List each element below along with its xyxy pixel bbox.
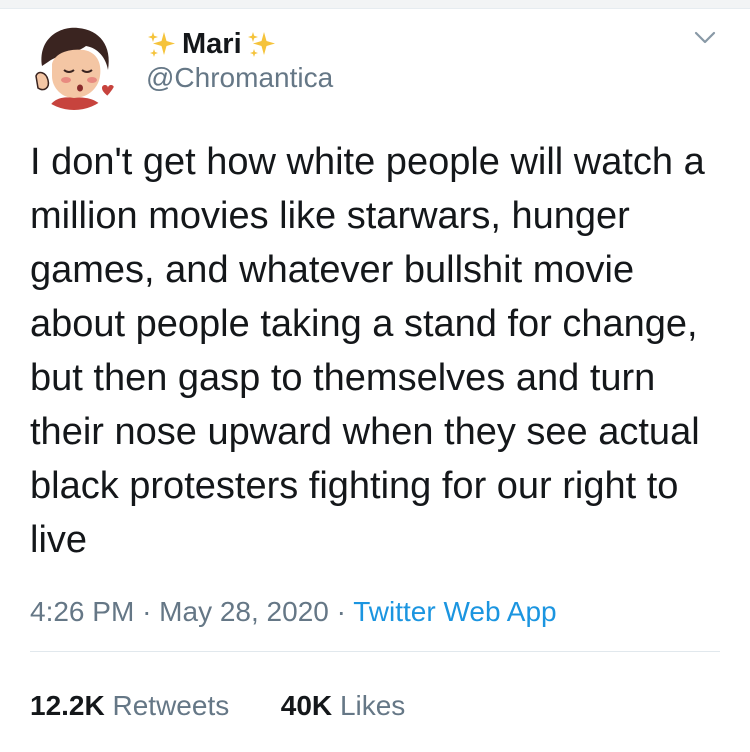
retweets-stat[interactable]: 12.2K Retweets (30, 690, 237, 721)
display-name: Mari (182, 27, 242, 60)
likes-count: 40K (280, 690, 333, 721)
avatar-image (28, 18, 120, 110)
retweets-count: 12.2K (30, 690, 105, 721)
tweet-meta: 4:26 PM · May 28, 2020 · Twitter Web App (30, 596, 557, 628)
avatar[interactable] (28, 18, 120, 110)
tweet-time[interactable]: 4:26 PM (30, 596, 134, 627)
meta-separator: · (336, 596, 346, 627)
retweets-label: Retweets (112, 690, 230, 721)
user-name-row[interactable]: Mari (146, 24, 278, 64)
tweet-stats: 12.2K Retweets 40K Likes (30, 690, 405, 722)
divider (30, 651, 720, 652)
sparkle-icon (246, 28, 278, 60)
chevron-down-icon[interactable] (690, 26, 720, 50)
tweet-text: I don't get how white people will watch … (30, 141, 705, 561)
user-handle[interactable]: @Chromantica (146, 62, 333, 94)
tweet-date[interactable]: May 28, 2020 (159, 596, 329, 627)
top-divider (0, 0, 750, 9)
sparkle-icon (146, 28, 178, 60)
meta-separator: · (142, 596, 152, 627)
tweet-source-link[interactable]: Twitter Web App (353, 596, 556, 627)
likes-stat[interactable]: 40K Likes (281, 690, 406, 721)
likes-label: Likes (339, 690, 406, 721)
